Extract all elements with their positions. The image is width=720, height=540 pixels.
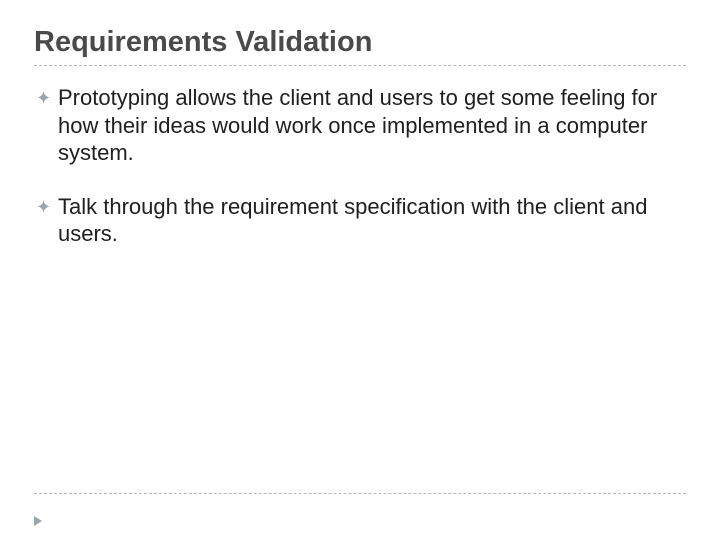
bullet-icon: ✦ xyxy=(36,193,58,219)
title-divider xyxy=(34,65,686,66)
footer-flag-icon xyxy=(34,516,42,526)
footer-divider xyxy=(34,493,686,494)
list-item: ✦ Talk through the requirement specifica… xyxy=(36,193,686,248)
bullet-icon: ✦ xyxy=(36,84,58,110)
bullet-text: Prototyping allows the client and users … xyxy=(58,84,686,167)
list-item: ✦ Prototyping allows the client and user… xyxy=(36,84,686,167)
bullet-text: Talk through the requirement specificati… xyxy=(58,193,686,248)
slide: Requirements Validation ✦ Prototyping al… xyxy=(0,0,720,540)
page-title: Requirements Validation xyxy=(34,26,686,59)
slide-body: ✦ Prototyping allows the client and user… xyxy=(34,84,686,248)
